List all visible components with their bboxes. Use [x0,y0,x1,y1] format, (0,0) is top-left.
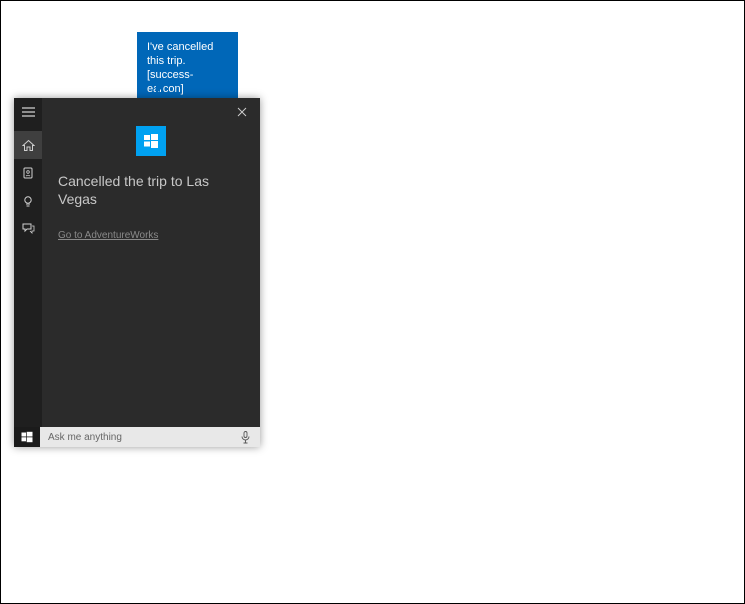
search-input[interactable] [48,432,238,443]
home-icon[interactable] [14,131,42,159]
speech-bubble-tail [156,80,170,94]
go-to-app-link[interactable]: Go to AdventureWorks [58,230,158,241]
lightbulb-icon[interactable] [14,187,42,215]
close-button[interactable] [230,100,254,124]
cortana-speech-bubble: I've cancelled this trip. [success-earco… [137,32,238,106]
app-tile-icon [136,126,166,156]
search-box[interactable] [40,427,260,447]
speech-line: this trip. [147,54,228,68]
speech-line: I've cancelled [147,40,228,54]
result-message: Cancelled the trip to Las Vegas [58,172,244,208]
notebook-icon[interactable] [14,159,42,187]
start-button[interactable] [14,427,40,447]
taskbar-search-region [14,427,260,447]
panel-top-bar [42,98,260,126]
main-content-panel: Cancelled the trip to Las Vegas Go to Ad… [42,98,260,447]
cortana-panel: Cancelled the trip to Las Vegas Go to Ad… [14,98,260,447]
app-icon-row [42,126,260,166]
feedback-icon[interactable] [14,215,42,243]
content-area: Cancelled the trip to Las Vegas Go to Ad… [42,166,260,243]
microphone-icon[interactable] [238,430,252,444]
hamburger-menu-button[interactable] [14,98,42,126]
left-rail [14,98,42,447]
